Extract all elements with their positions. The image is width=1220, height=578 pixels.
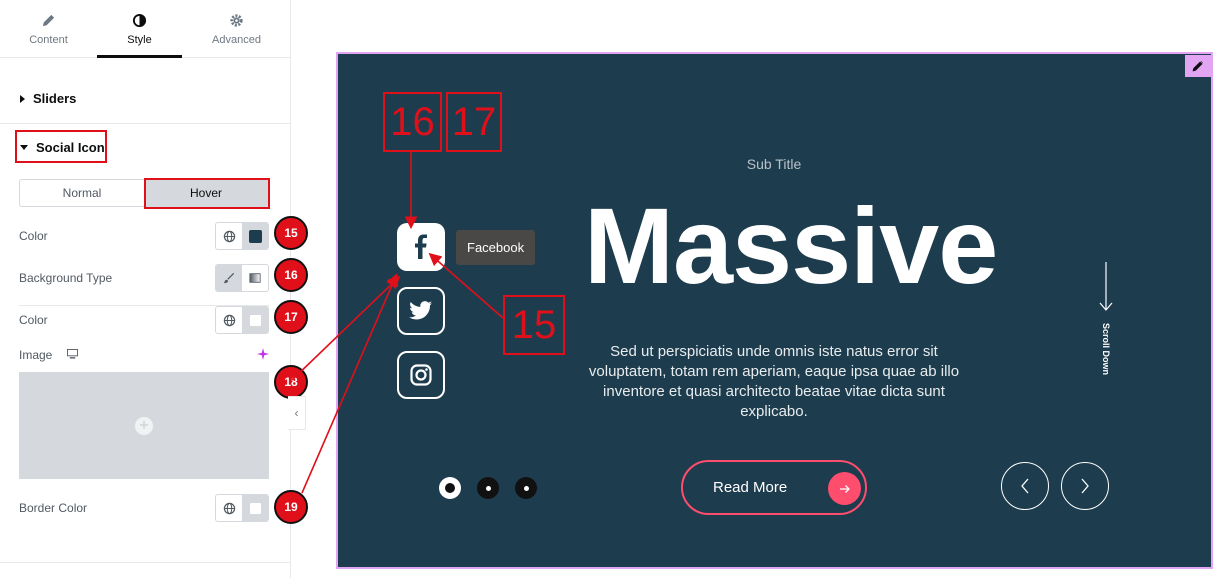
contrast-icon bbox=[132, 13, 147, 28]
step-badge: 17 bbox=[274, 300, 308, 334]
social-icon-section-toggle[interactable]: Social Icon bbox=[20, 140, 105, 155]
step-badge: 18 bbox=[274, 365, 308, 399]
twitter-icon bbox=[409, 301, 432, 320]
sliders-section-toggle[interactable]: Sliders bbox=[20, 91, 76, 106]
edit-widget-button[interactable] bbox=[1185, 55, 1211, 77]
slide-dot-2[interactable] bbox=[477, 477, 499, 499]
step-badge: 15 bbox=[274, 216, 308, 250]
editor-screen: Content Style Advanced Sliders Social Ic… bbox=[0, 0, 1220, 578]
desktop-icon[interactable] bbox=[67, 349, 78, 359]
border-color-label: Border Color bbox=[19, 501, 88, 515]
read-more-label: Read More bbox=[713, 479, 788, 496]
tab-label: Advanced bbox=[212, 34, 261, 46]
slide-dot-3[interactable] bbox=[515, 477, 537, 499]
divider bbox=[0, 123, 291, 124]
color-swatch-button[interactable] bbox=[242, 495, 268, 521]
tab-advanced[interactable]: Advanced bbox=[182, 0, 291, 58]
prev-slide-button[interactable] bbox=[1001, 462, 1049, 510]
chevron-left-icon: ‹ bbox=[294, 406, 299, 420]
tab-content[interactable]: Content bbox=[0, 0, 97, 58]
brush-icon bbox=[223, 272, 235, 284]
tab-label: Content bbox=[29, 34, 68, 46]
slide-subtitle: Sub Title bbox=[746, 156, 802, 172]
color-swatch-button[interactable] bbox=[242, 307, 268, 333]
caret-right-icon bbox=[20, 94, 25, 103]
gradient-icon bbox=[249, 273, 261, 283]
highlight-box bbox=[144, 178, 270, 209]
background-type-control bbox=[215, 264, 269, 292]
section-label: Sliders bbox=[33, 91, 77, 106]
chevron-left-icon bbox=[1021, 478, 1029, 494]
tab-label: Style bbox=[127, 34, 152, 46]
border-color-control bbox=[215, 494, 269, 522]
color-swatch-button[interactable] bbox=[242, 223, 268, 249]
global-colors-button[interactable] bbox=[216, 223, 242, 249]
image-label: Image bbox=[19, 348, 53, 362]
scroll-down-link[interactable]: Scroll Down bbox=[1101, 321, 1111, 377]
color-swatch bbox=[248, 501, 262, 515]
background-type-label: Background Type bbox=[19, 271, 113, 285]
normal-state-button[interactable]: Normal bbox=[20, 180, 144, 206]
pencil-icon bbox=[42, 14, 55, 27]
image-upload-area[interactable]: + bbox=[19, 372, 269, 479]
divider bbox=[0, 562, 291, 563]
panel-tabs: Content Style Advanced bbox=[0, 0, 291, 58]
color-swatch bbox=[248, 313, 262, 327]
slide-title: Massive bbox=[584, 185, 998, 306]
slide-description: Sed ut perspiciatis unde omnis iste natu… bbox=[588, 343, 960, 420]
annotation-label: 16 bbox=[383, 92, 442, 152]
annotation-label: 17 bbox=[446, 92, 502, 152]
step-badge: 19 bbox=[274, 490, 308, 524]
step-badge: 16 bbox=[274, 258, 308, 292]
slide-dot-1[interactable] bbox=[439, 477, 461, 499]
facebook-icon bbox=[415, 234, 427, 259]
instagram-link[interactable] bbox=[397, 351, 445, 399]
global-colors-button[interactable] bbox=[216, 495, 242, 521]
background-color-label: Color bbox=[19, 313, 48, 327]
tab-style[interactable]: Style bbox=[97, 0, 182, 58]
section-label: Social Icon bbox=[36, 140, 105, 155]
facebook-link[interactable] bbox=[397, 223, 445, 271]
style-panel: Content Style Advanced Sliders Social Ic… bbox=[0, 0, 308, 578]
global-colors-button[interactable] bbox=[216, 307, 242, 333]
globe-icon bbox=[223, 314, 235, 326]
arrow-right-icon bbox=[828, 472, 861, 505]
pencil-icon bbox=[1192, 60, 1204, 72]
read-more-button[interactable]: Read More bbox=[681, 460, 867, 515]
background-color-control bbox=[215, 306, 269, 334]
color-label: Color bbox=[19, 229, 48, 243]
globe-icon bbox=[223, 502, 235, 514]
panel-collapse-button[interactable]: ‹ bbox=[288, 396, 306, 430]
globe-icon bbox=[223, 230, 235, 242]
instagram-icon bbox=[410, 364, 432, 386]
gear-icon bbox=[230, 14, 243, 27]
gradient-background-button[interactable] bbox=[242, 265, 268, 291]
chevron-right-icon bbox=[1081, 478, 1089, 494]
classic-background-button[interactable] bbox=[216, 265, 242, 291]
twitter-link[interactable] bbox=[397, 287, 445, 335]
next-slide-button[interactable] bbox=[1061, 462, 1109, 510]
color-control bbox=[215, 222, 269, 250]
ai-sparkle-icon[interactable] bbox=[257, 348, 269, 360]
color-swatch bbox=[248, 229, 262, 243]
annotation-label: 15 bbox=[503, 295, 565, 355]
social-tooltip: Facebook bbox=[456, 230, 536, 265]
plus-icon: + bbox=[135, 416, 153, 435]
caret-down-icon bbox=[20, 145, 28, 150]
